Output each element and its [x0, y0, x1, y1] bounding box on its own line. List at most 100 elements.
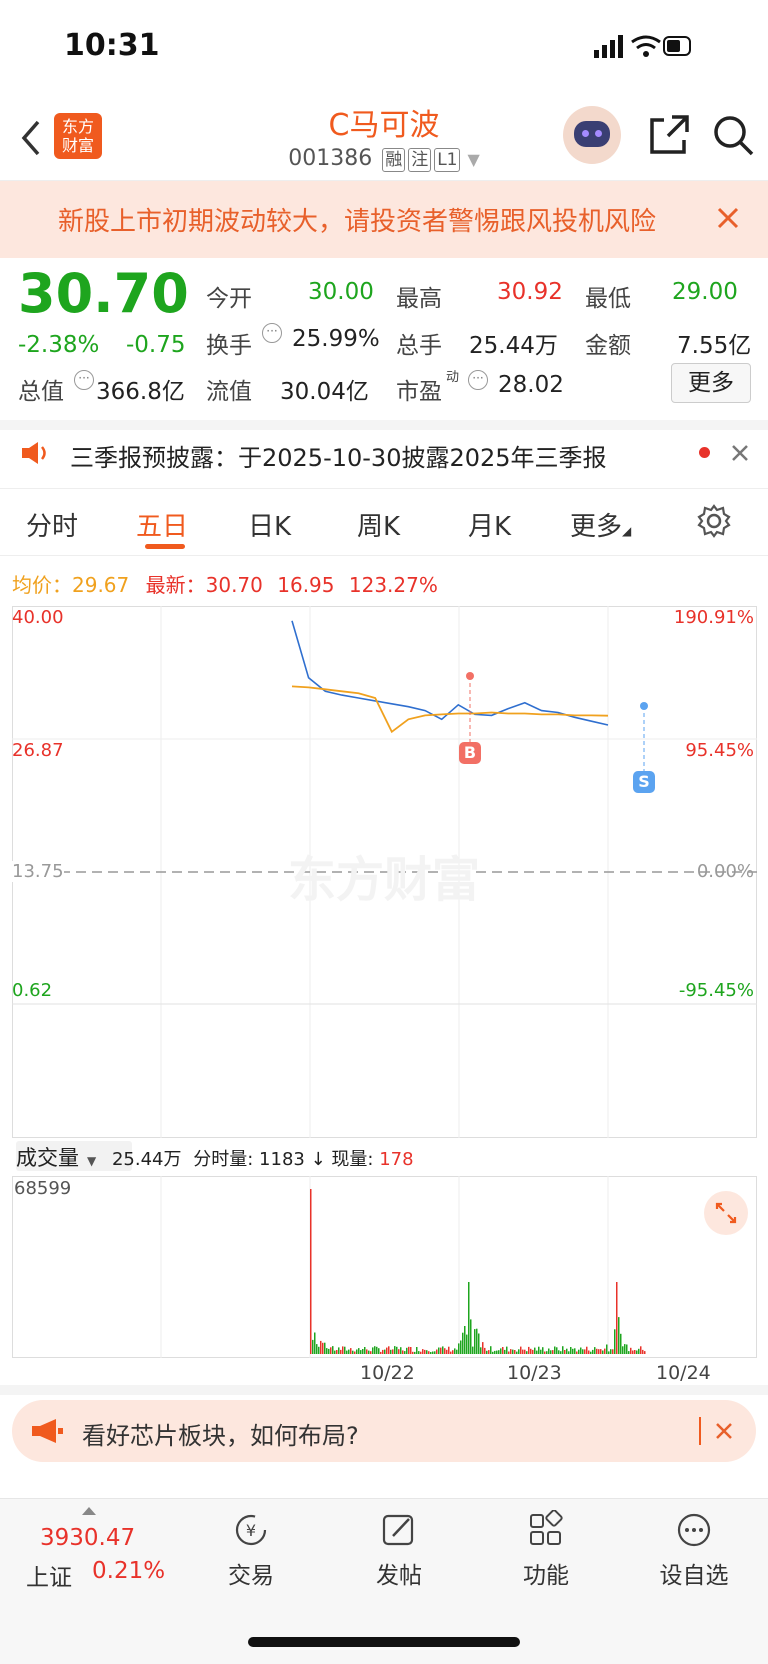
buy-marker[interactable]: B — [459, 742, 481, 764]
volume-bar — [580, 1347, 582, 1354]
tab-intraday[interactable]: 分时 — [26, 506, 78, 543]
volume-bar — [398, 1349, 400, 1354]
tab-monthly-k[interactable]: 月K — [468, 506, 511, 543]
volume-bar — [598, 1349, 600, 1354]
volume-bar — [542, 1347, 544, 1354]
close-icon[interactable] — [730, 443, 750, 463]
volume-bar — [378, 1348, 380, 1354]
robot-assistant-icon[interactable] — [563, 106, 621, 164]
close-icon[interactable] — [716, 206, 740, 230]
volume-bar — [594, 1347, 596, 1354]
volume-bar — [394, 1346, 396, 1354]
nav-functions[interactable]: 功能 — [491, 1509, 601, 1590]
volume-bar — [464, 1326, 466, 1354]
edit-icon — [382, 1514, 414, 1546]
price-line — [291, 620, 609, 726]
nav-add-watchlist[interactable]: 设自选 — [639, 1510, 749, 1590]
volume-bar — [586, 1346, 588, 1354]
volume-bar — [454, 1348, 456, 1354]
tab-daily-k[interactable]: 日K — [248, 506, 291, 543]
volume-header: 成交量 ▼ 25.44万 分时量: 1183 ↓ 现量: 178 — [16, 1142, 414, 1172]
section-divider — [0, 1385, 768, 1395]
volume-bar — [376, 1346, 378, 1354]
volume-bar — [600, 1349, 602, 1354]
volume-bar — [348, 1349, 350, 1354]
y-tick-right-2: 0.00% — [696, 861, 754, 882]
volume-bar — [336, 1350, 338, 1354]
float-cap-label: 流值 — [206, 379, 252, 405]
volume-bar — [572, 1348, 574, 1354]
y-tick-left-1: 26.87 — [12, 740, 64, 761]
y-tick-left-0: 40.00 — [12, 607, 64, 628]
volume-bar — [608, 1351, 610, 1354]
volume-bar — [428, 1351, 430, 1354]
info-icon[interactable]: ··· — [262, 323, 282, 343]
volume-bar — [540, 1349, 542, 1354]
tab-weekly-k[interactable]: 周K — [357, 506, 400, 543]
low-label: 最低 — [585, 286, 631, 312]
volume-bar — [618, 1317, 620, 1354]
avg-value: 29.67 — [72, 573, 130, 597]
volume-bar — [548, 1348, 550, 1354]
volume-label: 总手 — [396, 333, 442, 359]
search-icon[interactable] — [712, 114, 756, 158]
volume-bar — [578, 1349, 580, 1354]
volume-bar — [584, 1349, 586, 1354]
index-value[interactable]: 3930.47 — [40, 1525, 135, 1551]
average-line — [291, 685, 609, 734]
volume-bar — [420, 1351, 422, 1354]
volume-bar — [556, 1347, 558, 1354]
share-icon[interactable] — [648, 114, 690, 156]
nav-post[interactable]: 发帖 — [344, 1510, 454, 1590]
volume-bar — [334, 1350, 336, 1354]
volume-selector-label: 成交量 — [16, 1146, 79, 1170]
tab-five-day[interactable]: 五日 — [136, 506, 188, 543]
change-percent: -2.38% — [18, 332, 100, 358]
chevron-down-icon[interactable]: ▼ — [467, 150, 479, 169]
volume-bar — [552, 1350, 554, 1354]
nav-trade[interactable]: ¥ 交易 — [196, 1510, 306, 1590]
expand-icon[interactable] — [704, 1191, 748, 1235]
pe-label: 市盈 — [396, 379, 442, 405]
volume-bar — [418, 1351, 420, 1354]
volume-bar — [534, 1347, 536, 1354]
volume-bar — [644, 1351, 646, 1354]
volume-bar — [482, 1342, 484, 1354]
market-cap-label: 总值 — [18, 379, 64, 405]
volume-bar — [452, 1350, 454, 1354]
current-volume-label: 现量: — [331, 1149, 374, 1170]
volume-bar — [588, 1350, 590, 1354]
tab-more[interactable]: 更多◢ — [570, 506, 631, 543]
volume-bar — [562, 1346, 564, 1354]
index-name[interactable]: 上证 — [26, 1558, 72, 1592]
index-change-pct[interactable]: 0.21% — [92, 1558, 165, 1584]
market-cap-value: 366.8亿 — [96, 379, 185, 405]
volume-bar — [314, 1332, 316, 1354]
volume-bar — [528, 1346, 530, 1354]
volume-bar — [438, 1347, 440, 1354]
volume-bar — [576, 1351, 578, 1354]
volume-bar — [414, 1351, 416, 1354]
info-icon[interactable]: ··· — [468, 370, 488, 390]
close-icon[interactable] — [714, 1421, 734, 1441]
caret-up-icon — [82, 1507, 96, 1515]
volume-bar — [570, 1347, 572, 1354]
amount-label: 金额 — [585, 333, 631, 359]
volume-bar — [386, 1347, 388, 1354]
avg-label: 均价： — [12, 573, 72, 597]
volume-bar — [322, 1342, 324, 1354]
minute-volume-value: 1183 — [259, 1149, 305, 1170]
home-indicator — [248, 1637, 520, 1647]
settings-icon[interactable] — [697, 504, 731, 538]
volume-bar — [500, 1348, 502, 1354]
volume-bar — [406, 1347, 408, 1354]
volume-bar — [326, 1348, 328, 1354]
volume-bar — [508, 1351, 510, 1354]
volume-bar — [582, 1349, 584, 1354]
more-button[interactable]: 更多 — [671, 363, 751, 403]
sell-marker[interactable]: S — [633, 771, 655, 793]
volume-bar — [450, 1351, 452, 1354]
volume-bar — [620, 1333, 622, 1354]
volume-bar — [346, 1350, 348, 1354]
info-icon[interactable]: ··· — [74, 370, 94, 390]
